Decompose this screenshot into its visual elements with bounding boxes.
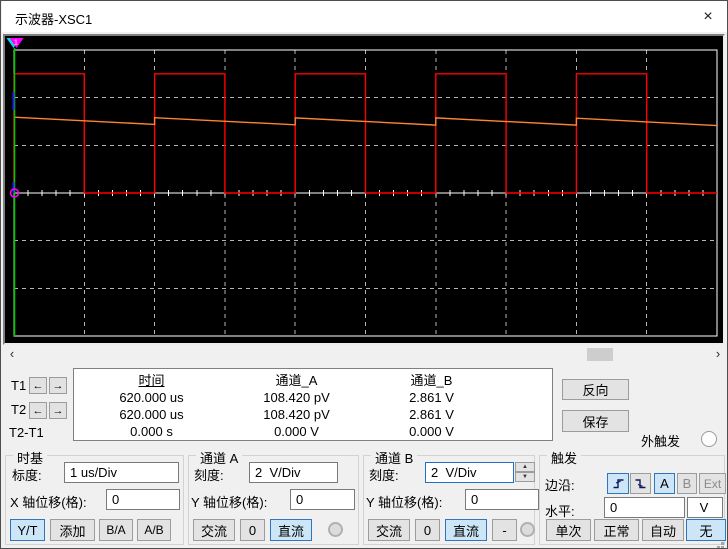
timebase-scale-input[interactable] — [64, 462, 179, 483]
timebase-scale-label: 标度: — [12, 468, 42, 483]
channel-a-scale-input[interactable] — [249, 462, 338, 483]
spin-down-icon[interactable]: ▼ — [515, 472, 535, 482]
channel-b-minus-button[interactable]: - — [492, 519, 517, 541]
timebase-xpos-label: X 轴位移(格): — [10, 495, 87, 510]
cursor-t2-label: T2 — [11, 402, 27, 417]
channel-b-ypos-label: Y 轴位移(格): — [366, 495, 443, 510]
trigger-edge-label: 边沿: — [545, 478, 575, 493]
scroll-right-icon[interactable]: › — [711, 347, 725, 362]
table-row-t1: 620.000 us 108.420 pV 2.861 V — [74, 389, 552, 406]
dt-channel-b: 0.000 V — [409, 424, 454, 439]
trigger-group: 触发 边沿: A B Ext 水平: 单次 正常 自动 无 — [539, 448, 726, 545]
scope-waveform-canvas[interactable]: 1 — [5, 36, 723, 343]
titlebar: 示波器-XSC1 × — [2, 1, 727, 32]
ext-trigger-label: 外触发 — [641, 434, 681, 449]
trigger-single-button[interactable]: 单次 — [546, 519, 591, 541]
ext-trigger-connector — [701, 431, 717, 447]
trigger-source-b-button[interactable]: B — [677, 473, 697, 494]
col-header-channel-b: 通道_B — [410, 373, 453, 388]
measurement-table: 时间 通道_A 通道_B 620.000 us 108.420 pV 2.861… — [73, 368, 553, 441]
t2-left-button[interactable]: ← — [29, 402, 47, 419]
yt-mode-button[interactable]: Y/T — [10, 519, 45, 541]
col-header-channel-a: 通道_A — [275, 373, 318, 388]
dt-time: 0.000 s — [130, 424, 173, 439]
timebase-xpos-input[interactable] — [106, 489, 180, 510]
channel-a-connector — [328, 522, 343, 537]
channel-a-ypos-label: Y 轴位移(格): — [191, 495, 268, 510]
channel-b-ac-button[interactable]: 交流 — [368, 519, 410, 541]
horizontal-scrollbar[interactable]: ‹ › — [3, 347, 727, 362]
trigger-level-input[interactable] — [604, 497, 685, 518]
channel-b-scale-spinner: ▲ ▼ — [515, 462, 535, 483]
table-row-dt: 0.000 s 0.000 V 0.000 V — [74, 423, 552, 440]
reverse-button[interactable]: 反向 — [562, 379, 629, 400]
t2-channel-b: 2.861 V — [409, 407, 454, 422]
channel-b-group: 通道 B 刻度: ▲ ▼ Y 轴位移(格): 交流 0 直流 - — [363, 448, 539, 545]
channel-a-zero-button[interactable]: 0 — [240, 519, 265, 541]
trigger-source-a-button[interactable]: A — [654, 473, 675, 494]
window-title: 示波器-XSC1 — [15, 12, 93, 27]
trigger-none-button[interactable]: 无 — [686, 519, 726, 541]
channel-a-dc-button[interactable]: 直流 — [270, 519, 312, 541]
channel-b-connector — [520, 522, 535, 537]
channel-b-zero-button[interactable]: 0 — [415, 519, 440, 541]
scroll-left-icon[interactable]: ‹ — [5, 347, 19, 362]
dt-channel-a: 0.000 V — [274, 424, 319, 439]
scrollbar-thumb[interactable] — [587, 348, 613, 361]
scope-display[interactable]: 1 — [3, 34, 725, 345]
measurement-header-row: 时间 通道_A 通道_B — [74, 372, 552, 389]
channel-a-scale-label: 刻度: — [194, 468, 224, 483]
ba-mode-button[interactable]: B/A — [99, 519, 133, 541]
trigger-title: 触发 — [547, 448, 582, 467]
channel-b-scale-input[interactable] — [425, 462, 514, 483]
t2-right-button[interactable]: → — [49, 402, 67, 419]
t2-channel-a: 108.420 pV — [263, 407, 330, 422]
t1-time: 620.000 us — [119, 390, 184, 405]
t1-channel-a: 108.420 pV — [263, 390, 330, 405]
table-row-t2: 620.000 us 108.420 pV 2.861 V — [74, 406, 552, 423]
trigger-level-unit[interactable] — [687, 497, 723, 518]
channel-a-ypos-input[interactable] — [290, 489, 355, 510]
rising-edge-icon[interactable] — [607, 473, 629, 494]
cursor-t1-label: T1 — [11, 378, 27, 393]
channel-a-ac-button[interactable]: 交流 — [193, 519, 235, 541]
cursor-dt-label: T2-T1 — [9, 425, 44, 440]
t2-time: 620.000 us — [119, 407, 184, 422]
channel-b-dc-button[interactable]: 直流 — [445, 519, 487, 541]
trigger-source-ext-button[interactable]: Ext — [699, 473, 726, 494]
t1-channel-b: 2.861 V — [409, 390, 454, 405]
svg-text:1: 1 — [14, 40, 18, 47]
resize-grip[interactable] — [721, 542, 724, 545]
ab-mode-button[interactable]: A/B — [137, 519, 171, 541]
falling-edge-icon[interactable] — [630, 473, 651, 494]
channel-a-group: 通道 A 刻度: Y 轴位移(格): 交流 0 直流 — [188, 448, 359, 545]
oscilloscope-window: 示波器-XSC1 × 1 ‹ › T1 ← → T2 ← → T2-T1 时间 … — [0, 0, 728, 549]
trigger-auto-button[interactable]: 自动 — [642, 519, 684, 541]
save-button[interactable]: 保存 — [562, 410, 629, 432]
channel-b-scale-label: 刻度: — [369, 468, 399, 483]
spin-up-icon[interactable]: ▲ — [515, 462, 535, 472]
t1-left-button[interactable]: ← — [29, 377, 47, 394]
trigger-normal-button[interactable]: 正常 — [594, 519, 639, 541]
timebase-group: 时基 标度: X 轴位移(格): Y/T 添加 B/A A/B — [5, 448, 184, 545]
channel-b-ypos-input[interactable] — [465, 489, 539, 510]
col-header-time: 时间 — [138, 373, 165, 388]
t1-right-button[interactable]: → — [49, 377, 67, 394]
add-mode-button[interactable]: 添加 — [50, 519, 95, 541]
close-icon[interactable]: × — [698, 7, 718, 27]
trigger-level-label: 水平: — [545, 504, 575, 519]
